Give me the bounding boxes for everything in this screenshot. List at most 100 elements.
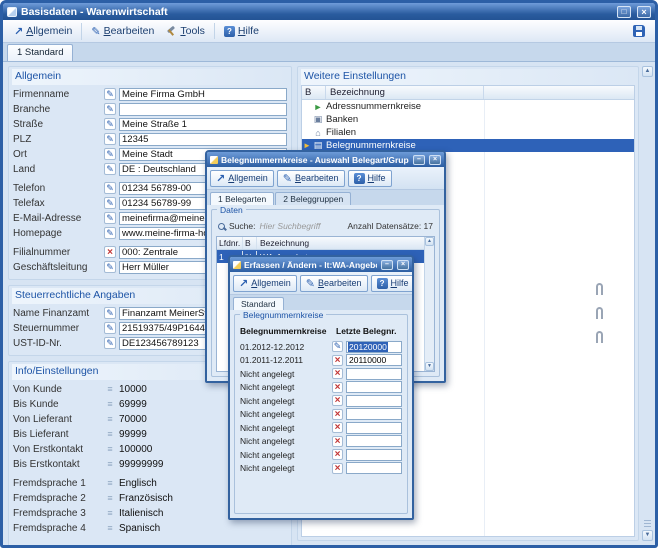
field-action-icon[interactable] <box>332 395 343 406</box>
menu-button[interactable]: Allgemein <box>8 23 78 40</box>
beleg-number-input[interactable]: 20110000 <box>346 354 402 366</box>
list-icon <box>104 444 116 454</box>
field-action-icon[interactable] <box>104 182 116 194</box>
dialog-menu-button[interactable]: Allgemein <box>233 275 297 292</box>
beleg-row-label: Nicht angelegt <box>240 382 329 392</box>
dialog-close-button[interactable] <box>397 260 409 270</box>
scroll-up-icon[interactable] <box>425 237 434 246</box>
window-title: Basisdaten - Warenwirtschaft <box>21 6 168 18</box>
field-action-icon[interactable] <box>332 368 343 379</box>
field-action-icon[interactable] <box>104 163 116 175</box>
field-action-icon[interactable] <box>104 148 116 160</box>
dialog-title-bar: Belegnummernkreise - Auswahl Belegart/Gr… <box>207 152 444 167</box>
field-action-icon[interactable] <box>104 322 116 334</box>
field-action-icon[interactable] <box>332 422 343 433</box>
column-header-b[interactable]: B <box>302 86 326 99</box>
field-action-icon[interactable] <box>104 307 116 319</box>
field-action-icon[interactable] <box>332 409 343 420</box>
beleg-number-input[interactable] <box>346 462 402 474</box>
field-value: Meine Stadt <box>122 149 173 160</box>
paperclip-icon-button[interactable] <box>592 281 606 297</box>
field-action-icon[interactable] <box>104 118 116 130</box>
column-header-bezeichnung[interactable]: Bezeichnung <box>257 237 424 249</box>
dialog-close-button[interactable] <box>429 155 441 165</box>
field-action-icon[interactable] <box>332 449 343 460</box>
tab-beleggruppen[interactable]: 2 Beleggruppen <box>275 192 351 205</box>
beleg-number-input[interactable] <box>346 422 402 434</box>
dialog-menu-button[interactable]: Hilfe <box>371 275 414 292</box>
dialog-menu-button[interactable]: Bearbeiten <box>277 170 345 187</box>
beleg-row: Nicht angelegt <box>239 448 403 462</box>
paperclip-icon-button[interactable] <box>592 329 606 345</box>
field-action-icon[interactable] <box>104 133 116 145</box>
field-label: Ort <box>13 149 101 160</box>
dialog-minimize-button[interactable] <box>413 155 425 165</box>
field-action-icon[interactable] <box>104 337 116 349</box>
dialog-menu-button[interactable]: Allgemein <box>210 170 274 187</box>
field-action-icon[interactable] <box>104 88 116 100</box>
search-input[interactable] <box>259 221 343 231</box>
tree-item[interactable]: Filialen <box>302 126 634 139</box>
column-header-bezeichnung[interactable]: Bezeichnung <box>326 86 484 99</box>
main-tab-bar: 1 Standard <box>3 43 655 62</box>
vertical-scrollbar[interactable] <box>642 66 653 541</box>
column-header-b[interactable]: B <box>243 237 257 249</box>
close-button[interactable] <box>637 6 651 18</box>
dialog-app-icon <box>210 156 218 164</box>
tab-belegarten[interactable]: 1 Belegarten <box>210 192 274 205</box>
list-scrollbar[interactable] <box>424 237 434 371</box>
tree-item[interactable]: Adressnummernkreise <box>302 100 634 113</box>
dialog-menu-button[interactable]: Bearbeiten <box>300 275 368 292</box>
save-button[interactable] <box>630 22 648 40</box>
menu-icon <box>224 26 235 37</box>
field-input[interactable]: Meine Straße 1 <box>119 118 287 131</box>
minimize-button[interactable] <box>617 6 631 18</box>
field-action-icon[interactable] <box>104 103 116 115</box>
field-input[interactable]: Meine Firma GmbH <box>119 88 287 101</box>
paperclip-icon-button[interactable] <box>592 305 606 321</box>
field-action-icon[interactable] <box>104 212 116 224</box>
field-action-icon[interactable] <box>332 341 343 352</box>
beleg-number-input[interactable] <box>346 408 402 420</box>
field-input[interactable] <box>119 103 287 116</box>
scroll-down-icon[interactable] <box>642 530 653 541</box>
tree-item-label: Adressnummernkreise <box>324 101 421 112</box>
record-count: Anzahl Datensätze: 17 <box>347 221 433 231</box>
beleg-number-input[interactable] <box>346 449 402 461</box>
beleg-number-input[interactable] <box>346 381 402 393</box>
scroll-grip[interactable] <box>644 520 651 527</box>
tree-item[interactable]: Banken <box>302 113 634 126</box>
menu-icon <box>239 277 248 290</box>
beleg-number-input[interactable] <box>346 395 402 407</box>
field-action-icon[interactable] <box>332 436 343 447</box>
info-label: Fremdsprache 1 <box>13 478 101 489</box>
field-action-icon[interactable] <box>104 261 116 273</box>
dialog-toolbar: Allgemein Bearbeiten Hilfe <box>230 272 412 295</box>
field-action-icon[interactable] <box>104 197 116 209</box>
beleg-rows: 01.2012-12.2012 20120000 01.2011-12.2011… <box>239 340 403 475</box>
dialog-menu-button[interactable]: Hilfe <box>348 170 392 187</box>
dialog-minimize-button[interactable] <box>381 260 393 270</box>
beleg-number-input[interactable]: 20120000 <box>346 341 402 353</box>
tab-standard[interactable]: Standard <box>233 297 284 310</box>
field-action-icon[interactable] <box>332 382 343 393</box>
beleg-number-input[interactable] <box>346 368 402 380</box>
field-action-icon[interactable] <box>332 355 343 366</box>
field-action-icon[interactable] <box>104 227 116 239</box>
field-action-icon[interactable] <box>104 246 116 258</box>
info-label: Bis Kunde <box>13 399 101 410</box>
beleg-row: Nicht angelegt <box>239 367 403 381</box>
menu-button[interactable]: Hilfe <box>214 23 265 39</box>
column-header-lfdnr[interactable]: Lfdnr. <box>217 237 243 249</box>
menu-button[interactable]: Bearbeiten <box>81 23 160 40</box>
list-header: Lfdnr. B Bezeichnung <box>217 237 424 250</box>
menu-button[interactable]: Tools <box>160 23 211 39</box>
field-input[interactable]: 12345 <box>119 133 287 146</box>
list-icon <box>104 384 116 394</box>
beleg-number-input[interactable] <box>346 435 402 447</box>
scroll-up-icon[interactable] <box>642 66 653 77</box>
field-action-icon[interactable] <box>332 463 343 474</box>
scroll-down-icon[interactable] <box>425 362 434 371</box>
beleg-row-label: Nicht angelegt <box>240 396 329 406</box>
tab-standard[interactable]: 1 Standard <box>7 44 73 61</box>
